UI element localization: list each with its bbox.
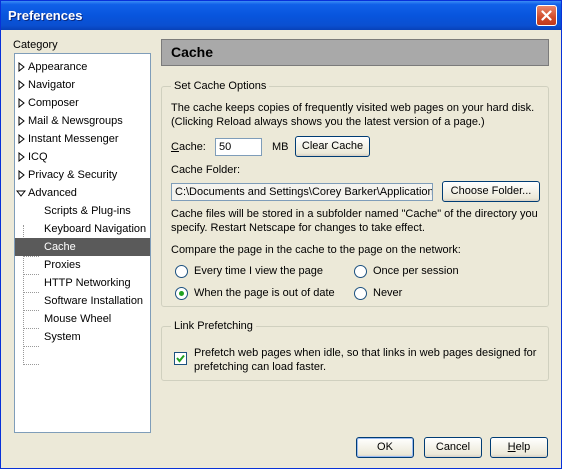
preferences-window: Preferences Category Appearance Navigato… (0, 0, 562, 469)
radio-out-of-date[interactable] (175, 287, 188, 300)
clear-cache-button[interactable]: Clear Cache (295, 136, 370, 157)
prefetch-checkbox[interactable] (174, 352, 187, 365)
tree-item-privacy-security[interactable]: Privacy & Security (15, 166, 150, 184)
cache-folder-label: Cache Folder: (171, 164, 241, 176)
title-bar[interactable]: Preferences (1, 1, 561, 30)
cache-note-line1: Cache files will be stored in a subfolde… (171, 208, 538, 220)
tree-item-icq[interactable]: ICQ (15, 148, 150, 166)
radio-every-time[interactable] (175, 265, 188, 278)
tree-item-proxies[interactable]: Proxies (15, 256, 150, 274)
expand-arrow-icon[interactable] (18, 170, 25, 180)
dialog-content: Category Appearance Navigator Composer M… (4, 30, 558, 465)
tree-item-http-networking[interactable]: HTTP Networking (15, 274, 150, 292)
cache-options-group: Set Cache Options The cache keeps copies… (161, 80, 549, 307)
tree-item-mouse-wheel[interactable]: Mouse Wheel (15, 310, 150, 328)
close-button[interactable] (536, 5, 557, 26)
link-prefetching-legend: Link Prefetching (171, 320, 256, 332)
expand-arrow-icon[interactable] (18, 80, 25, 90)
tree-item-cache[interactable]: Cache (15, 238, 150, 256)
tree-item-scripts-plugins[interactable]: Scripts & Plug-ins (15, 202, 150, 220)
checkmark-icon (176, 354, 185, 363)
link-prefetching-group: Link Prefetching Prefetch web pages when… (161, 320, 549, 381)
cache-options-legend: Set Cache Options (171, 80, 270, 92)
category-tree[interactable]: Appearance Navigator Composer Mail & New… (14, 53, 151, 433)
tree-item-system[interactable]: System (15, 328, 150, 346)
expand-arrow-icon[interactable] (18, 116, 25, 126)
cancel-button[interactable]: Cancel (424, 437, 482, 458)
radio-once-per-session-label[interactable]: Once per session (373, 265, 459, 277)
radio-never[interactable] (354, 287, 367, 300)
tree-item-appearance[interactable]: Appearance (15, 58, 150, 76)
panel-title: Cache (171, 44, 214, 60)
tree-connector (24, 364, 39, 365)
compare-label: Compare the page in the cache to the pag… (171, 244, 461, 256)
prefetch-label-line2[interactable]: prefetching can load faster. (194, 361, 326, 373)
window-title: Preferences (8, 8, 83, 23)
cache-size-label: Cache: (171, 141, 206, 153)
expand-arrow-icon[interactable] (18, 62, 25, 72)
tree-item-navigator[interactable]: Navigator (15, 76, 150, 94)
radio-once-per-session[interactable] (354, 265, 367, 278)
collapse-arrow-icon[interactable] (16, 190, 26, 197)
choose-folder-button[interactable]: Choose Folder... (442, 181, 540, 202)
tree-item-advanced[interactable]: Advanced (15, 184, 150, 202)
ok-button[interactable]: OK (356, 437, 414, 458)
cache-folder-path[interactable]: C:\Documents and Settings\Corey Barker\A… (171, 183, 433, 201)
radio-never-label[interactable]: Never (373, 287, 402, 299)
help-button[interactable]: Help (490, 437, 548, 458)
expand-arrow-icon[interactable] (18, 134, 25, 144)
tree-item-composer[interactable]: Composer (15, 94, 150, 112)
tree-item-keyboard-navigation[interactable]: Keyboard Navigation (15, 220, 150, 238)
cache-note-line2: specify. Restart Netscape for changes to… (171, 222, 425, 234)
cache-description-line2: (Clicking Reload always shows you the la… (171, 116, 485, 128)
tree-connector (24, 346, 39, 347)
category-label: Category (13, 39, 58, 51)
expand-arrow-icon[interactable] (18, 98, 25, 108)
radio-every-time-label[interactable]: Every time I view the page (194, 265, 323, 277)
radio-selected-dot (179, 291, 184, 296)
close-icon (541, 10, 552, 21)
tree-item-software-installation[interactable]: Software Installation (15, 292, 150, 310)
cache-size-input[interactable]: 50 (215, 138, 262, 156)
tree-item-instant-messenger[interactable]: Instant Messenger (15, 130, 150, 148)
panel-header: Cache (161, 39, 549, 66)
tree-item-mail-newsgroups[interactable]: Mail & Newsgroups (15, 112, 150, 130)
cache-unit-label: MB (272, 141, 289, 153)
expand-arrow-icon[interactable] (18, 152, 25, 162)
radio-out-of-date-label[interactable]: When the page is out of date (194, 287, 335, 299)
prefetch-label-line1[interactable]: Prefetch web pages when idle, so that li… (194, 347, 536, 359)
cache-description-line1: The cache keeps copies of frequently vis… (171, 102, 535, 114)
